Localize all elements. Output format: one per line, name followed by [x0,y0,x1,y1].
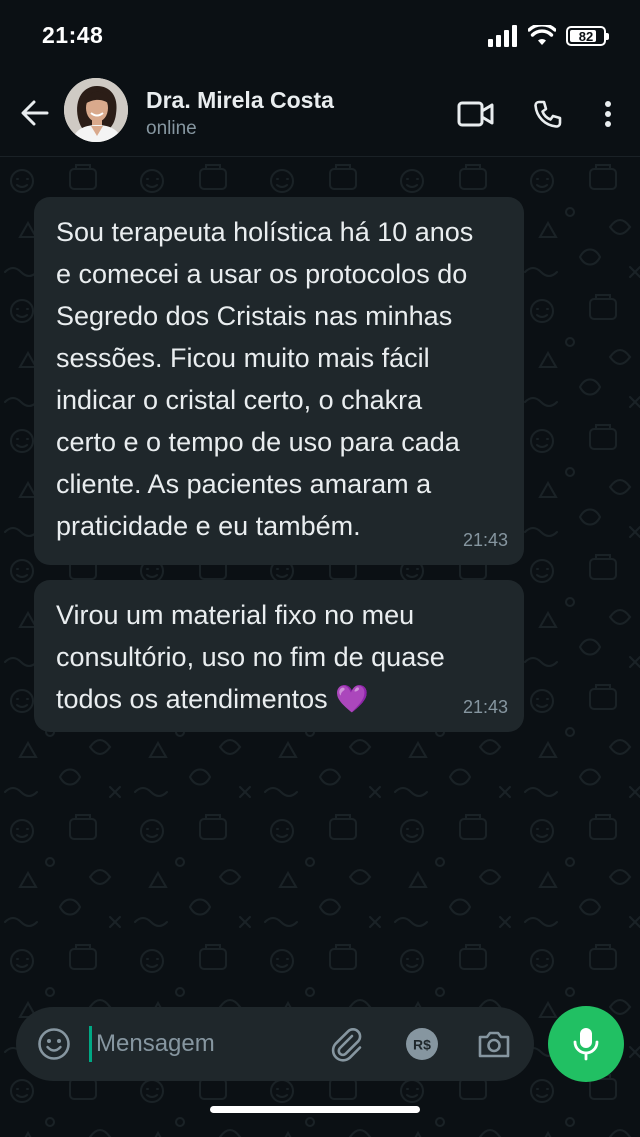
chat-header: Dra. Mirela Costa online [0,72,640,157]
microphone-button[interactable] [548,1006,624,1082]
paperclip-icon [331,1028,362,1062]
payment-button[interactable]: R$ [400,1022,444,1066]
wifi-icon [528,25,556,45]
battery-icon: 82 [566,26,609,46]
home-indicator[interactable] [210,1106,420,1113]
message-time: 21:43 [462,697,508,717]
message-text: Virou um material fixo no meu consultóri… [56,600,445,714]
phone-icon [534,100,562,128]
contact-name[interactable]: Dra. Mirela Costa [146,87,334,114]
attach-button[interactable] [324,1022,368,1066]
back-button[interactable] [14,92,56,134]
message-bubble[interactable]: Virou um material fixo no meu consultóri… [34,580,524,732]
message-bubble[interactable]: Sou terapeuta holística há 10 anos e com… [34,197,524,565]
emoji-button[interactable] [34,1024,74,1064]
payment-label: R$ [413,1037,431,1053]
status-time: 21:48 [42,22,104,48]
payment-rs-icon: R$ [406,1028,438,1060]
whatsapp-chat-screen: 21:48 82 Dra. Mirela Costa online Sou te… [0,0,640,1137]
signal-icon [488,25,517,47]
arrow-left-icon [21,100,49,126]
video-call-button[interactable] [454,92,498,136]
message-time: 21:43 [462,530,508,550]
more-options-button[interactable] [586,92,630,136]
message-text: Sou terapeuta holística há 10 anos e com… [56,217,474,541]
video-call-icon [457,101,494,127]
chat-area[interactable]: Sou terapeuta holística há 10 anos e com… [0,157,640,1137]
camera-button[interactable] [472,1022,516,1066]
voice-call-button[interactable] [526,92,570,136]
status-bar: 21:48 82 [0,0,640,72]
contact-status: online [146,118,197,139]
battery-level: 82 [578,28,594,44]
contact-photo [64,78,128,142]
avatar[interactable] [64,78,128,142]
microphone-icon [573,1028,599,1061]
message-input[interactable] [94,1021,316,1067]
camera-icon [478,1031,510,1058]
emoji-icon [38,1028,70,1060]
message-composer: R$ [16,1007,534,1081]
more-vertical-icon [605,101,611,127]
text-caret [89,1026,92,1062]
status-icons: 82 [488,22,609,50]
